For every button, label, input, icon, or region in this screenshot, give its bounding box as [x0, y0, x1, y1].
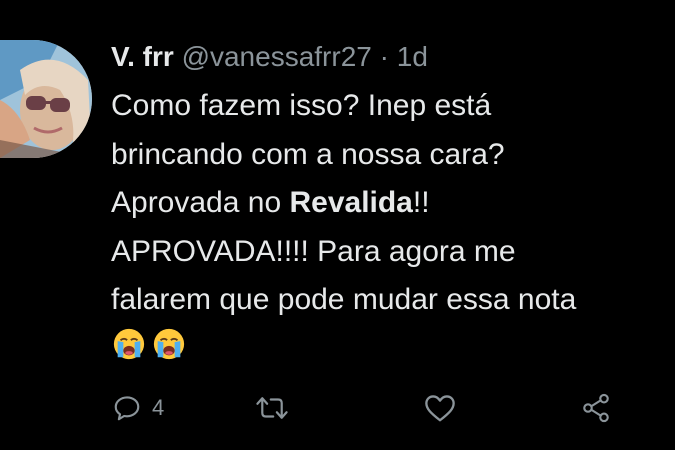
retweet-button[interactable]: [255, 388, 289, 428]
display-name[interactable]: V. frr: [111, 41, 174, 72]
user-handle[interactable]: @vanessafrr27: [182, 41, 372, 72]
reply-count: 4: [152, 395, 165, 420]
reply-icon: [114, 396, 140, 421]
avatar[interactable]: [0, 40, 92, 158]
separator-dot: ·: [379, 41, 389, 72]
tweet-header: V. frr @vanessafrr27 · 1d: [111, 40, 428, 74]
tweet-actions: 4: [0, 388, 675, 428]
retweet-icon: [256, 397, 288, 419]
bold-keyword: Revalida: [289, 186, 413, 219]
timestamp[interactable]: 1d: [397, 41, 428, 72]
like-button[interactable]: [423, 388, 457, 428]
avatar-photo: [0, 40, 92, 158]
tweet-line-4: APROVADA!!!! Para agora me: [111, 234, 516, 268]
tweet[interactable]: V. frr @vanessafrr27 · 1d Como fazem iss…: [0, 0, 675, 450]
tweet-line-3: Aprovada no Revalida!!: [111, 179, 671, 228]
crying-face-emoji-icon: [113, 328, 145, 360]
tweet-line-5: falarem que pode mudar essa nota: [111, 283, 577, 316]
share-button[interactable]: [579, 388, 613, 428]
tweet-line-3-end: !!: [412, 186, 430, 219]
tweet-line-2: brincando com a nossa cara?: [111, 137, 505, 171]
tweet-text: Como fazem isso? Inep está brincando com…: [111, 82, 671, 325]
share-icon: [583, 393, 609, 423]
reply-button[interactable]: 4: [112, 388, 164, 428]
tweet-line-3-start: Aprovada no: [111, 186, 290, 219]
emoji-row: [112, 327, 188, 367]
tweet-line-1: Como fazem isso? Inep está: [111, 89, 492, 122]
crying-face-emoji-icon: [154, 328, 185, 360]
like-icon: [425, 395, 455, 422]
